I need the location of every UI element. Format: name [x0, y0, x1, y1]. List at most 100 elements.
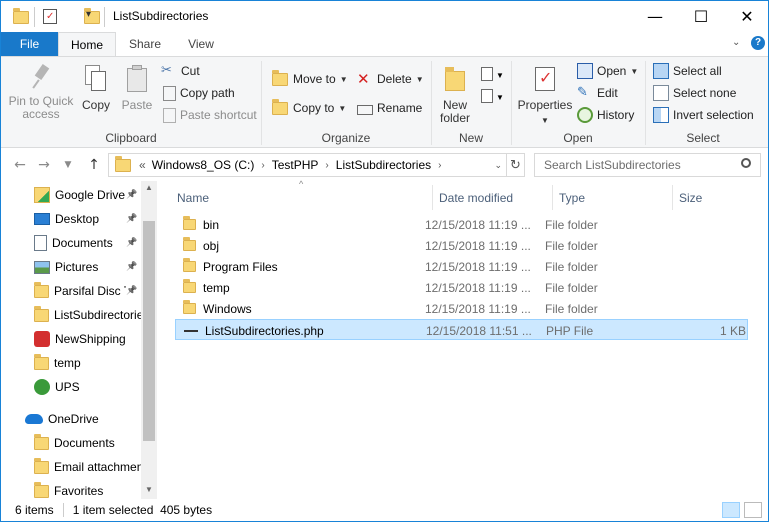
open-button[interactable]: Open ▼ — [577, 61, 638, 81]
minimize-button[interactable]: — — [632, 1, 678, 32]
properties-qat-icon[interactable]: ✓ — [43, 9, 57, 24]
nav-item-label: Email attachments — [54, 460, 141, 474]
nav-item[interactable]: Documents 📌 — [1, 231, 141, 255]
tab-view[interactable]: View — [175, 32, 227, 56]
nav-item[interactable]: Favorites — [1, 479, 141, 499]
file-name: Windows — [203, 301, 252, 316]
breadcrumb-listsubdirectories[interactable]: ListSubdirectories — [336, 158, 431, 172]
column-header-type[interactable]: Type — [553, 185, 673, 210]
rename-button[interactable]: Rename — [357, 98, 422, 118]
file-name-cell: Program Files — [183, 256, 433, 277]
new-folder-button[interactable]: New folder — [435, 65, 475, 125]
breadcrumb-separator-icon[interactable]: › — [325, 160, 328, 171]
copy-to-icon — [272, 98, 288, 115]
collapse-ribbon-icon[interactable]: ⌄ — [732, 37, 740, 48]
easy-access-button[interactable]: ▼ — [479, 87, 504, 107]
nav-item[interactable]: Pictures 📌 — [1, 255, 141, 279]
nav-item-label: Documents — [54, 436, 115, 450]
search-input[interactable]: Search ListSubdirectories — [534, 153, 761, 177]
file-type: File folder — [545, 217, 598, 232]
qat-customize-icon[interactable]: ▾ — [86, 9, 91, 20]
chevron-down-icon: ▼ — [64, 160, 72, 170]
delete-button[interactable]: ✕ Delete ▼ — [357, 69, 424, 89]
address-dropdown-icon[interactable]: ⌄ — [494, 160, 502, 171]
tab-home[interactable]: Home — [58, 32, 116, 57]
copy-to-button[interactable]: Copy to ▼ — [272, 98, 346, 118]
breadcrumb-drive[interactable]: Windows8_OS (C:) — [152, 158, 255, 172]
copy-path-button[interactable]: Copy path — [161, 83, 235, 103]
tab-file[interactable]: File — [1, 32, 58, 56]
nav-item[interactable]: UPS — [1, 375, 141, 399]
help-icon[interactable]: ? — [751, 36, 765, 50]
table-row[interactable]: Windows 12/15/2018 11:19 ... File folder — [175, 298, 748, 319]
breadcrumb-testphp[interactable]: TestPHP — [272, 158, 319, 172]
nav-scroll-thumb[interactable] — [143, 221, 155, 441]
pin-icon — [30, 63, 52, 91]
breadcrumb-separator-icon[interactable]: › — [261, 160, 264, 171]
column-header-name[interactable]: Name — [171, 185, 433, 210]
nav-item[interactable]: Desktop 📌 — [1, 207, 141, 231]
nav-scrollbar[interactable]: ▲ ▼ — [141, 181, 157, 499]
back-button[interactable]: ← — [9, 153, 31, 177]
table-row[interactable]: ListSubdirectories.php 12/15/2018 11:51 .… — [175, 319, 748, 340]
nav-item[interactable]: Google Drive 📌 — [1, 183, 141, 207]
item-count: 6 items — [15, 503, 54, 517]
nav-item[interactable]: temp — [1, 351, 141, 375]
details-view-icon[interactable] — [722, 502, 740, 518]
history-button[interactable]: History — [577, 105, 634, 125]
clipboard-group-label: Clipboard — [105, 131, 157, 145]
nav-item[interactable]: Email attachments — [1, 455, 141, 479]
large-icons-view-icon[interactable] — [744, 502, 762, 518]
maximize-button[interactable]: ☐ — [678, 1, 724, 32]
table-row[interactable]: bin 12/15/2018 11:19 ... File folder — [175, 214, 748, 235]
paste-shortcut-button[interactable]: Paste shortcut — [161, 105, 257, 125]
tab-share[interactable]: Share — [119, 32, 171, 56]
pin-quick-access-button[interactable]: Pin to Quick access — [5, 63, 77, 121]
properties-button[interactable]: ✓ Properties ▼ — [515, 65, 575, 127]
new-item-dropdown-icon: ▼ — [496, 71, 504, 80]
nav-item[interactable]: Parsifal Disc Tr 📌 — [1, 279, 141, 303]
copy-button[interactable]: Copy — [77, 65, 115, 112]
forward-button[interactable]: → — [33, 153, 55, 177]
invert-selection-button[interactable]: Invert selection — [653, 105, 754, 125]
edit-label: Edit — [597, 86, 618, 100]
file-type: File folder — [545, 301, 598, 316]
delete-icon: ✕ — [357, 70, 370, 88]
recent-locations-button[interactable]: ▼ — [57, 153, 79, 177]
cut-button[interactable]: ✂ Cut — [161, 61, 200, 81]
select-none-button[interactable]: Select none — [653, 83, 736, 103]
nav-item-label: Parsifal Disc Tr — [54, 284, 135, 298]
edit-button[interactable]: ✎ Edit — [577, 83, 618, 103]
up-button[interactable]: ↑ — [83, 153, 105, 177]
paste-button[interactable]: Paste — [117, 65, 157, 112]
file-date: 12/15/2018 11:51 ... — [426, 323, 532, 338]
breadcrumb-separator-icon[interactable]: › — [438, 160, 441, 171]
edit-icon: ✎ — [577, 85, 588, 100]
select-all-button[interactable]: Select all — [653, 61, 722, 81]
nav-item[interactable]: OneDrive — [1, 407, 141, 431]
newshipping-icon — [34, 331, 50, 347]
close-button[interactable]: ✕ — [724, 1, 768, 32]
move-to-button[interactable]: Move to ▼ — [272, 69, 348, 89]
scroll-down-icon[interactable]: ▼ — [145, 485, 153, 494]
column-header-size[interactable]: Size — [673, 185, 753, 210]
column-header-date[interactable]: Date modified — [433, 185, 553, 210]
window-title: ListSubdirectories — [113, 9, 209, 23]
table-row[interactable]: obj 12/15/2018 11:19 ... File folder — [175, 235, 748, 256]
file-name-cell: bin — [183, 214, 433, 235]
table-row[interactable]: Program Files 12/15/2018 11:19 ... File fo… — [175, 256, 748, 277]
scroll-up-icon[interactable]: ▲ — [145, 183, 153, 192]
nav-item[interactable]: ListSubdirectories — [1, 303, 141, 327]
nav-item[interactable]: NewShipping — [1, 327, 141, 351]
address-bar[interactable]: « Windows8_OS (C:) › TestPHP › ListSubdi… — [108, 153, 525, 177]
history-icon — [577, 107, 593, 123]
refresh-icon[interactable]: ↻ — [506, 154, 524, 176]
file-type: PHP File — [546, 323, 594, 338]
history-label: History — [597, 108, 635, 122]
nav-item[interactable]: Documents — [1, 431, 141, 455]
new-item-button[interactable]: ▼ — [479, 65, 504, 85]
address-overflow[interactable]: « — [139, 158, 146, 172]
status-bar: 6 items 1 item selected 405 bytes — [1, 499, 768, 521]
folder-icon — [34, 457, 49, 474]
table-row[interactable]: temp 12/15/2018 11:19 ... File folder — [175, 277, 748, 298]
